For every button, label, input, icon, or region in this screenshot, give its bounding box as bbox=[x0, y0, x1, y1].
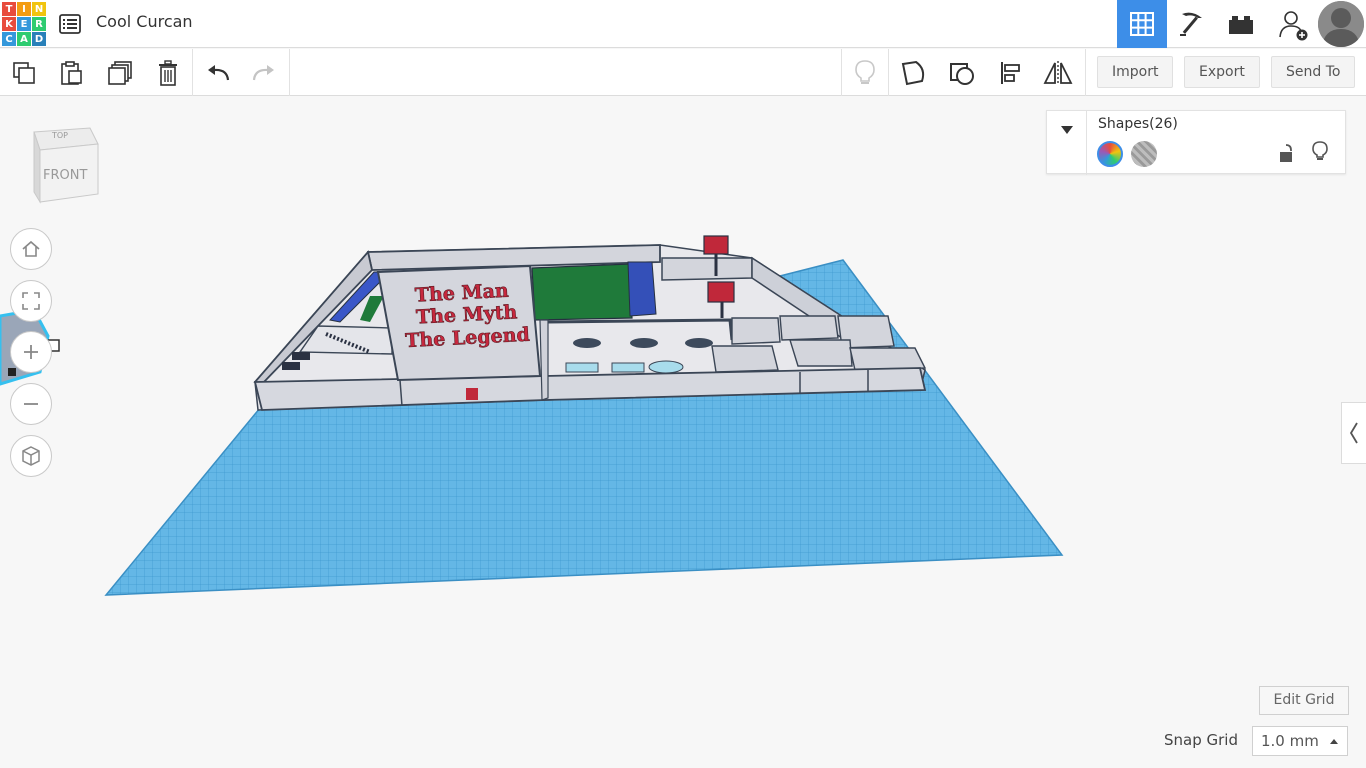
send-to-button[interactable]: Send To bbox=[1271, 56, 1356, 88]
tinkercad-logo[interactable]: TIN KER CAD bbox=[2, 2, 46, 46]
copy-icon bbox=[13, 62, 35, 84]
codeblocks-mode-button[interactable] bbox=[1167, 0, 1217, 48]
collapse-panel-button[interactable] bbox=[1047, 111, 1087, 175]
snap-grid-value: 1.0 mm bbox=[1261, 732, 1319, 750]
3d-design-mode-button[interactable] bbox=[1117, 0, 1167, 48]
edit-grid-button[interactable]: Edit Grid bbox=[1259, 686, 1349, 715]
ungroup-icon bbox=[950, 63, 974, 85]
logo-letter-tile: K bbox=[2, 17, 16, 31]
blue-panel bbox=[627, 261, 657, 317]
align-icon bbox=[1001, 62, 1020, 84]
zoom-in-button[interactable] bbox=[10, 331, 52, 373]
right-rooms-wall bbox=[661, 257, 753, 281]
hoop-backboard bbox=[703, 235, 729, 255]
home-icon bbox=[22, 240, 40, 257]
show-all-button[interactable] bbox=[849, 57, 881, 89]
shapes-count-title: Shapes(26) bbox=[1098, 116, 1178, 132]
logo-letter-tile: R bbox=[32, 17, 46, 31]
import-button[interactable]: Import bbox=[1097, 56, 1174, 88]
user-avatar[interactable] bbox=[1318, 1, 1364, 47]
fit-view-button[interactable] bbox=[10, 280, 52, 322]
delete-button[interactable] bbox=[152, 57, 184, 89]
toolbar-divider bbox=[192, 49, 193, 96]
caret-up-icon bbox=[1330, 739, 1338, 744]
perspective-view-button[interactable] bbox=[10, 435, 52, 477]
toolbar-divider bbox=[888, 49, 889, 96]
green-court bbox=[531, 263, 633, 321]
caret-down-icon bbox=[1060, 126, 1073, 134]
lightbulb-icon bbox=[855, 60, 875, 84]
minus-icon bbox=[24, 403, 38, 405]
toolbar-divider bbox=[841, 49, 842, 96]
logo-letter-tile: D bbox=[32, 32, 46, 46]
group-button[interactable] bbox=[898, 57, 930, 89]
project-title[interactable]: Cool Curcan bbox=[96, 12, 193, 31]
snap-grid-label: Snap Grid bbox=[1164, 731, 1238, 749]
logo-letter-tile: I bbox=[17, 2, 31, 16]
paste-icon bbox=[61, 61, 82, 85]
pickaxe-icon bbox=[1180, 12, 1202, 36]
lock-button[interactable] bbox=[1278, 143, 1294, 167]
logo-letter-tile: N bbox=[32, 2, 46, 16]
plus-icon bbox=[24, 345, 38, 359]
3d-workplane-viewport[interactable]: The Man The Myth The Legend bbox=[0, 97, 1366, 768]
align-button[interactable] bbox=[995, 57, 1027, 89]
trash-icon bbox=[159, 60, 177, 86]
logo-letter-tile: T bbox=[2, 2, 16, 16]
hide-button[interactable] bbox=[1312, 141, 1328, 167]
toolbar-divider bbox=[1085, 49, 1086, 96]
mirror-button[interactable] bbox=[1042, 57, 1074, 89]
redo-icon bbox=[252, 65, 274, 81]
logo-letter-tile: E bbox=[17, 17, 31, 31]
expand-shapes-library-button[interactable] bbox=[1341, 402, 1366, 464]
duplicate-button[interactable] bbox=[104, 57, 136, 89]
shapes-inspector-panel: Shapes(26) bbox=[1046, 110, 1346, 175]
cube-icon bbox=[22, 446, 40, 466]
chevron-left-icon bbox=[1349, 422, 1358, 444]
invite-user-button[interactable] bbox=[1267, 0, 1317, 48]
toolbar-divider bbox=[289, 49, 290, 96]
logo-letter-tile: A bbox=[17, 32, 31, 46]
zoom-out-button[interactable] bbox=[10, 383, 52, 425]
unlock-icon bbox=[1280, 144, 1292, 162]
group-icon bbox=[901, 60, 925, 86]
mirror-icon bbox=[1043, 61, 1073, 85]
lightbulb-icon bbox=[1312, 141, 1328, 160]
viewcube-top-label[interactable]: TOP bbox=[52, 131, 68, 140]
fit-frame-icon bbox=[22, 292, 40, 310]
solid-color-swatch[interactable] bbox=[1097, 141, 1123, 167]
undo-icon bbox=[208, 65, 230, 81]
project-list-icon[interactable] bbox=[58, 12, 82, 36]
add-user-icon bbox=[1279, 11, 1308, 41]
brick-icon bbox=[1229, 16, 1253, 34]
snap-grid-select[interactable]: 1.0 mm bbox=[1252, 726, 1348, 756]
logo-letter-tile: C bbox=[2, 32, 16, 46]
top-header: TIN KER CAD Cool Curcan bbox=[0, 0, 1366, 48]
undo-button[interactable] bbox=[202, 57, 234, 89]
redo-button[interactable] bbox=[248, 57, 280, 89]
edit-toolbar: Import Export Send To bbox=[0, 49, 1366, 96]
home-view-button[interactable] bbox=[10, 228, 52, 270]
paste-button[interactable] bbox=[55, 57, 87, 89]
duplicate-icon bbox=[108, 61, 132, 85]
hoop-backboard bbox=[707, 281, 735, 303]
view-cube[interactable]: TOP FRONT bbox=[30, 122, 100, 204]
bricks-mode-button[interactable] bbox=[1216, 0, 1266, 48]
copy-button[interactable] bbox=[8, 57, 40, 89]
grid-icon bbox=[1130, 12, 1154, 36]
export-button[interactable]: Export bbox=[1184, 56, 1260, 88]
ungroup-button[interactable] bbox=[946, 57, 978, 89]
hole-swatch[interactable] bbox=[1131, 141, 1157, 167]
viewcube-front-label[interactable]: FRONT bbox=[43, 168, 87, 183]
